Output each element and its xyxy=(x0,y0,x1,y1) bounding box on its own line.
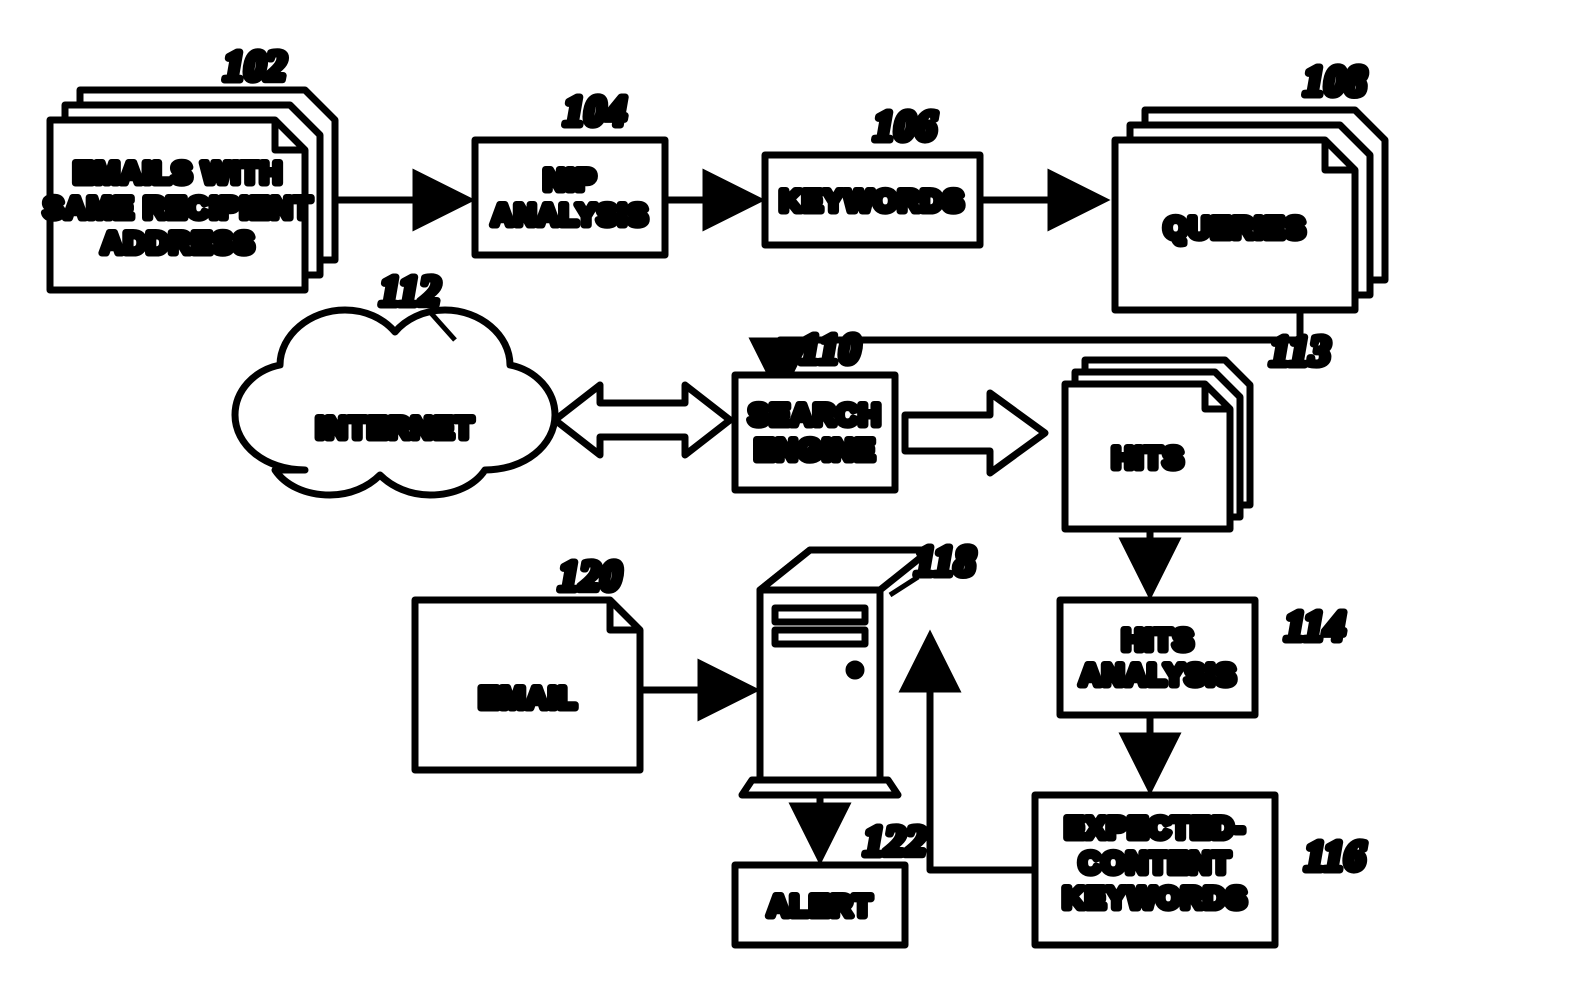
emails-line3: ADDRESS xyxy=(101,227,255,260)
ref-110: 110 xyxy=(800,327,861,373)
email-line1: EMAIL xyxy=(479,682,577,715)
expected-line1: EXPECTED- xyxy=(1065,812,1246,845)
search-line2: ENGINE xyxy=(754,434,875,467)
ref-116: 116 xyxy=(1305,834,1366,880)
emails-line2: SAME RECIPIENT xyxy=(43,192,312,225)
ref-122: 122 xyxy=(864,819,927,865)
node-emails xyxy=(50,90,335,290)
search-line1: SEARCH xyxy=(749,399,882,432)
expected-line3: KEYWORDS xyxy=(1063,882,1248,915)
ref-113: 113 xyxy=(1270,329,1331,375)
queries-line1: QUERIES xyxy=(1164,212,1306,245)
expected-line2: CONTENT xyxy=(1079,847,1231,880)
emails-line1: EMAILS WITH xyxy=(73,157,282,190)
hits-line1: HITS xyxy=(1112,442,1184,475)
keywords-line1: KEYWORDS xyxy=(780,185,965,218)
internet-line1: INTERNET xyxy=(316,412,474,445)
ref-112: 112 xyxy=(380,269,441,315)
ref-114: 114 xyxy=(1285,604,1346,650)
ref-108: 108 xyxy=(1304,59,1367,105)
node-internet xyxy=(235,310,555,495)
ref-120: 120 xyxy=(559,554,622,600)
node-search xyxy=(735,375,895,490)
ref-102: 102 xyxy=(224,44,287,90)
hitsA-line2: ANALYSIS xyxy=(1080,659,1237,692)
ref-118: 118 xyxy=(915,539,976,585)
nip-line2: ANALYSIS xyxy=(492,199,649,232)
alert-line1: ALERT xyxy=(768,890,873,923)
nip-line1: NIP xyxy=(543,164,596,197)
hitsA-line1: HITS xyxy=(1122,624,1194,657)
ref-106: 106 xyxy=(874,104,937,150)
node-hits-analysis xyxy=(1060,600,1255,715)
ref-104: 104 xyxy=(564,89,627,135)
node-queries xyxy=(1115,110,1385,310)
block-arrow-search-hits xyxy=(905,393,1045,473)
double-arrow-internet-search xyxy=(555,385,730,455)
node-nip xyxy=(475,140,665,255)
